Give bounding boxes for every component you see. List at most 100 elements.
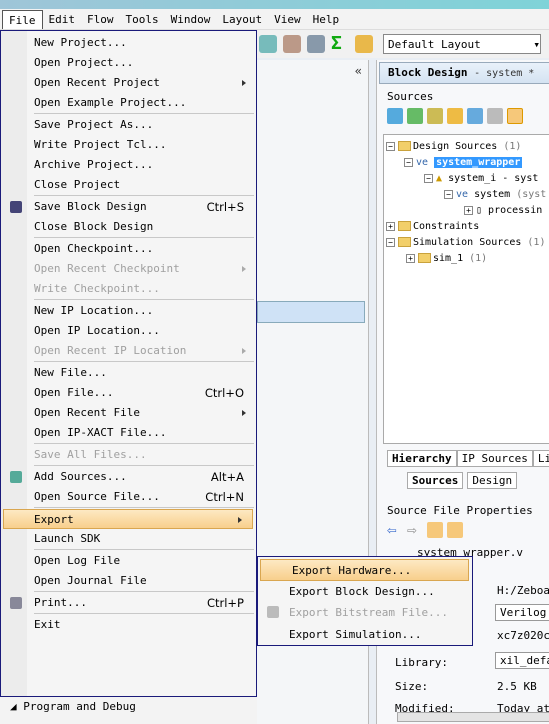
menu-window[interactable]: Window — [165, 10, 217, 29]
menu-item-open-project[interactable]: Open Project... — [1, 53, 256, 73]
menu-item-write-checkpoint[interactable]: Write Checkpoint... — [1, 279, 256, 299]
tree-node[interactable]: + sim_1 (1) — [406, 251, 487, 267]
collapse-icon[interactable]: « — [355, 64, 362, 78]
tab-libraries[interactable]: Li — [532, 450, 549, 467]
menu-item-label: Export Hardware... — [292, 564, 412, 577]
menu-item-exit[interactable]: Exit — [1, 615, 256, 635]
tab-design[interactable]: Design — [467, 472, 518, 489]
auto-update-icon[interactable] — [507, 108, 523, 124]
size-label: Size: — [395, 680, 429, 693]
menu-item-label: Print... — [34, 596, 87, 609]
menu-item-label: Open IP-XACT File... — [34, 426, 167, 439]
bitstream-icon[interactable] — [259, 35, 277, 53]
menu-flow[interactable]: Flow — [81, 10, 120, 29]
gear-icon[interactable] — [283, 35, 301, 53]
menu-layout[interactable]: Layout — [216, 10, 268, 29]
menu-item-open-recent-project[interactable]: Open Recent Project — [1, 73, 256, 93]
library-field[interactable]: xil_defau — [495, 652, 549, 669]
menu-item-save-all-files[interactable]: Save All Files... — [1, 445, 256, 465]
shortcut-label: Ctrl+S — [206, 200, 244, 214]
add-icon[interactable] — [467, 108, 483, 124]
menu-item-save-block-design[interactable]: Save Block Design Ctrl+S — [1, 197, 256, 217]
chevron-down-icon: ▾ — [533, 37, 540, 51]
menu-item-label: Open Project... — [34, 56, 134, 69]
menu-item-save-project-as[interactable]: Save Project As... — [1, 115, 256, 135]
menu-item-new-file[interactable]: New File... — [1, 363, 256, 383]
tree-node[interactable]: + ▯ processin — [464, 203, 542, 219]
tab-sources[interactable]: Sources — [407, 472, 464, 489]
block-design-tab[interactable]: Block Design - system * — [379, 62, 549, 84]
menu-item-label: Launch SDK — [34, 532, 101, 545]
layout-select[interactable]: Default Layout ▾ — [383, 34, 541, 54]
window-titlebar — [0, 0, 549, 9]
tree-node[interactable]: + Constraints — [386, 219, 479, 235]
help-icon[interactable] — [487, 108, 503, 124]
menu-help[interactable]: Help — [307, 10, 346, 29]
sigma-icon[interactable]: Σ — [331, 35, 349, 53]
submenu-arrow-icon — [242, 266, 246, 272]
menu-item-new-project[interactable]: New Project... — [1, 33, 256, 53]
menu-item-print[interactable]: Print... Ctrl+P — [1, 593, 256, 613]
menu-item-new-ip-location[interactable]: New IP Location... — [1, 301, 256, 321]
sources-label: Sources — [387, 90, 434, 103]
menu-item-export-block-design[interactable]: Export Block Design... — [258, 581, 472, 603]
menu-item-export-hardware[interactable]: Export Hardware... — [260, 559, 469, 581]
verilog-icon: ve — [456, 189, 475, 200]
shortcut-label: Alt+A — [210, 470, 244, 484]
search-icon[interactable] — [387, 108, 403, 124]
menu-item-open-source-file[interactable]: Open Source File... Ctrl+N — [1, 487, 256, 507]
menu-item-export-bitstream-file[interactable]: Export Bitstream File... — [258, 602, 472, 624]
menu-item-open-recent-checkpoint[interactable]: Open Recent Checkpoint — [1, 259, 256, 279]
program-debug-section[interactable]: ◢ Program and Debug — [10, 700, 136, 713]
menu-item-write-project-tcl[interactable]: Write Project Tcl... — [1, 135, 256, 155]
menu-tools[interactable]: Tools — [120, 10, 165, 29]
tree-node[interactable]: − ve system_wrapper — [404, 155, 523, 171]
tree-node[interactable]: − ▲ system_i - syst — [424, 171, 538, 187]
collapse-all-icon[interactable] — [407, 108, 423, 124]
tab-hierarchy[interactable]: Hierarchy — [387, 450, 457, 467]
block-design-subtitle: - system * — [474, 68, 535, 79]
back-arrow-icon[interactable]: ⇦ — [387, 522, 403, 538]
tab-ip-sources[interactable]: IP Sources — [456, 450, 533, 467]
select-icon[interactable] — [447, 522, 463, 538]
submenu-arrow-icon — [238, 517, 242, 523]
menu-item-open-log-file[interactable]: Open Log File — [1, 551, 256, 571]
menu-item-close-block-design[interactable]: Close Block Design — [1, 217, 256, 237]
horizontal-scrollbar[interactable] — [397, 712, 549, 722]
menu-item-archive-project[interactable]: Archive Project... — [1, 155, 256, 175]
library-label: Library: — [395, 656, 448, 669]
menu-item-add-sources[interactable]: Add Sources... Alt+A — [1, 467, 256, 487]
settings-icon[interactable] — [355, 35, 373, 53]
tree-node[interactable]: − Design Sources (1) — [386, 139, 521, 155]
simulation-sources-count: (1) — [527, 237, 546, 248]
menu-item-open-ip-location[interactable]: Open IP Location... — [1, 321, 256, 341]
menu-item-label: Open Log File — [34, 554, 121, 567]
menu-item-open-example-project[interactable]: Open Example Project... — [1, 93, 256, 113]
file-location: H:/Zeboar — [497, 584, 549, 597]
menu-item-launch-sdk[interactable]: Launch SDK — [1, 529, 256, 549]
file-type-field[interactable]: Verilog — [495, 604, 549, 621]
menu-item-open-journal-file[interactable]: Open Journal File — [1, 571, 256, 591]
forward-arrow-icon[interactable]: ⇨ — [407, 522, 423, 538]
tools-icon[interactable] — [307, 35, 325, 53]
selected-row[interactable] — [257, 301, 365, 323]
tree-node[interactable]: − Simulation Sources (1) — [386, 235, 545, 251]
menu-item-close-project[interactable]: Close Project — [1, 175, 256, 195]
menu-item-export-simulation[interactable]: Export Simulation... — [258, 624, 472, 646]
menu-view[interactable]: View — [268, 10, 307, 29]
menu-item-open-checkpoint[interactable]: Open Checkpoint... — [1, 239, 256, 259]
menu-item-open-file[interactable]: Open File... Ctrl+O — [1, 383, 256, 403]
menu-edit[interactable]: Edit — [43, 10, 82, 29]
menu-item-open-ip-xact-file[interactable]: Open IP-XACT File... — [1, 423, 256, 443]
folder-icon — [398, 221, 411, 231]
menu-item-open-recent-file[interactable]: Open Recent File — [1, 403, 256, 423]
tree-node[interactable]: − ve system (syst — [444, 187, 546, 203]
folder-icon[interactable] — [447, 108, 463, 124]
menu-item-open-recent-ip-location[interactable]: Open Recent IP Location — [1, 341, 256, 361]
expand-all-icon[interactable] — [427, 108, 443, 124]
menu-item-label: Open Example Project... — [34, 96, 187, 109]
menu-file[interactable]: File — [2, 9, 43, 29]
file-menu: New Project... Open Project... Open Recent… — [0, 30, 257, 697]
menu-item-export[interactable]: Export — [3, 509, 253, 529]
properties-icon[interactable] — [427, 522, 443, 538]
